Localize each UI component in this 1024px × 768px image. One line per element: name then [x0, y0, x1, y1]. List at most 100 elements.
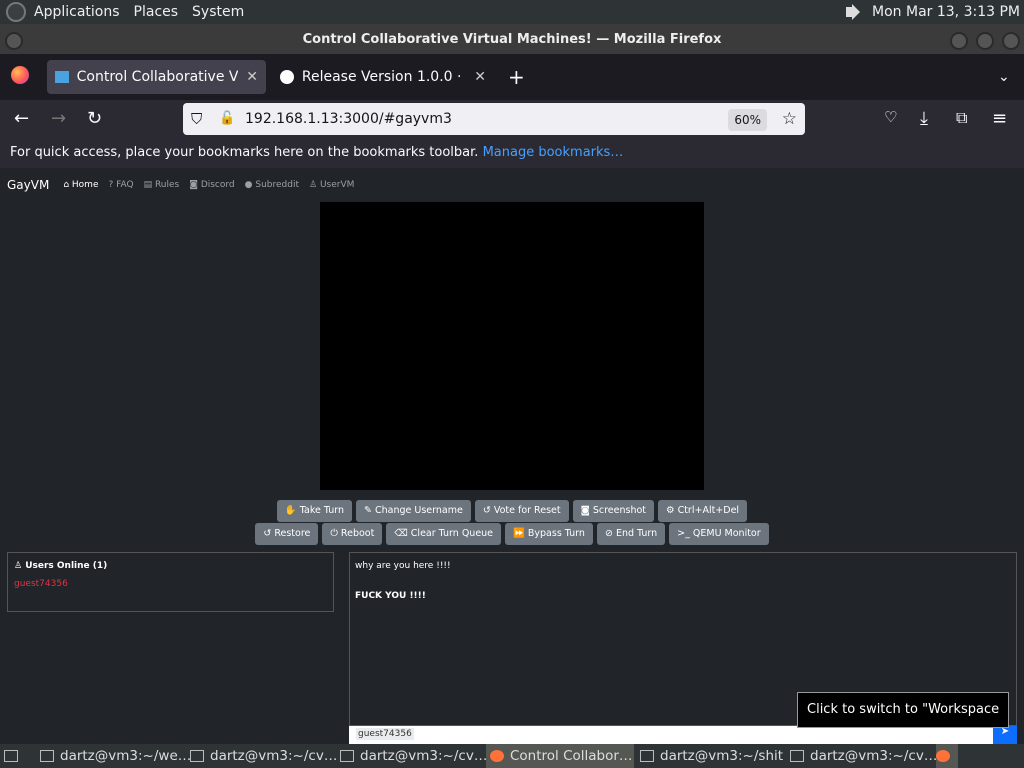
take-turn-button[interactable]: ✋ Take Turn: [276, 500, 353, 522]
list-all-tabs-chevron-icon[interactable]: ⌄: [990, 60, 1018, 94]
nav-faq[interactable]: ? FAQ: [108, 180, 133, 190]
tab-release-version[interactable]: Release Version 1.0.0 · raspi ✕: [272, 60, 494, 94]
checkbox-icon[interactable]: ☐: [954, 728, 962, 738]
qemu-monitor-button[interactable]: >_ QEMU Monitor: [669, 523, 769, 545]
url-text[interactable]: 192.168.1.13:3000/#gayvm3: [245, 111, 452, 127]
downloads-icon[interactable]: ⤓: [920, 108, 928, 129]
nav-rules[interactable]: ▤ Rules: [144, 180, 180, 190]
applications-menu[interactable]: Applications: [34, 4, 120, 20]
taskbar-label: dartz@vm3:~/we…: [60, 748, 192, 764]
url-bar[interactable]: ⛉ 🔓 192.168.1.13:3000/#gayvm3 60% ☆: [183, 103, 805, 135]
window-title: Control Collaborative Virtual Machines! …: [302, 32, 722, 47]
change-username-label: Change Username: [375, 505, 463, 516]
chat-message: why are you here !!!!: [355, 561, 451, 571]
clear-turn-queue-button[interactable]: ⌫ Clear Turn Queue: [386, 523, 502, 545]
vote-for-reset-button[interactable]: ↺ Vote for Reset: [474, 500, 569, 522]
change-username-button[interactable]: ✎ Change Username: [356, 500, 471, 522]
screenshot-button[interactable]: ◙ Screenshot: [572, 500, 655, 522]
close-tab-icon[interactable]: ✕: [474, 69, 486, 85]
window-titlebar: Control Collaborative Virtual Machines! …: [0, 24, 1024, 54]
ctrl-alt-del-button[interactable]: ⚙ Ctrl+Alt+Del: [658, 500, 748, 522]
github-icon: [280, 70, 294, 84]
desktop-top-panel: Applications Places System Mon Mar 13, 3…: [0, 0, 1024, 24]
reboot-label: Reboot: [340, 528, 375, 539]
taskbar-item[interactable]: dartz@vm3:~/shit: [640, 744, 783, 768]
places-menu[interactable]: Places: [134, 4, 179, 20]
distro-logo-icon[interactable]: [6, 2, 26, 22]
volume-icon[interactable]: [844, 3, 864, 21]
taskbar-item[interactable]: dartz@vm3:~/cv…: [190, 744, 337, 768]
insecure-lock-icon[interactable]: 🔓: [219, 103, 235, 135]
nav-subreddit-label: Subreddit: [255, 180, 299, 190]
nav-discord[interactable]: ◙ Discord: [189, 180, 234, 190]
zoom-indicator[interactable]: 60%: [728, 109, 767, 131]
bookmark-star-icon[interactable]: ☆: [782, 103, 797, 135]
nav-uservm-label: UserVM: [319, 180, 355, 190]
taskbar-item[interactable]: dartz@vm3:~/we…: [40, 744, 191, 768]
send-button[interactable]: ➤: [993, 726, 1017, 744]
end-turn-button[interactable]: ⊘ End Turn: [596, 523, 666, 545]
chat-input[interactable]: [349, 726, 1017, 744]
pocket-icon[interactable]: ♡: [884, 108, 897, 126]
manage-bookmarks-link[interactable]: Manage bookmarks…: [483, 145, 624, 160]
nav-home[interactable]: ⌂ Home: [63, 180, 98, 190]
camera-icon: ◙: [580, 505, 593, 516]
taskbar-item-active[interactable]: Control Collabor…: [486, 744, 634, 768]
taskbar-label: Control Collabor…: [510, 748, 633, 764]
workspace-switcher-1[interactable]: [936, 744, 958, 768]
minimize-button[interactable]: [950, 32, 968, 50]
chat-username-badge[interactable]: guest74356: [356, 728, 414, 740]
firefox-icon: [490, 750, 504, 762]
gear-icon: ⚙: [666, 505, 678, 516]
users-online-label: Users Online (1): [25, 561, 108, 571]
shield-icon[interactable]: ⛉: [191, 103, 202, 135]
nav-home-label: Home: [71, 180, 99, 190]
user-icon: ♙: [309, 180, 320, 190]
maximize-button[interactable]: [976, 32, 994, 50]
power-icon: ⏻: [330, 528, 341, 539]
terminal-icon: [190, 750, 204, 762]
bookmarks-hint: For quick access, place your bookmarks h…: [10, 145, 479, 160]
hamburger-menu-icon[interactable]: ≡: [992, 108, 1007, 129]
vm-display[interactable]: [320, 202, 704, 490]
site-brand[interactable]: GayVM: [7, 178, 49, 192]
terminal-icon: [790, 750, 804, 762]
tab-control-collaborative[interactable]: Control Collaborative Virtua ✕: [47, 60, 266, 94]
taskbar-item[interactable]: dartz@vm3:~/cv…: [340, 744, 487, 768]
new-tab-button[interactable]: +: [500, 60, 533, 94]
end-turn-label: End Turn: [615, 528, 658, 539]
desktop-icon: [4, 750, 18, 762]
forward-arrow-icon[interactable]: →: [51, 108, 66, 129]
clock[interactable]: Mon Mar 13, 3:13 PM: [872, 4, 1020, 20]
user-pen-icon: ✎: [364, 505, 375, 516]
users-online-panel: ♙ Users Online (1) guest74356: [7, 552, 334, 612]
tab-label: Release Version 1.0.0 · raspi: [301, 69, 466, 85]
restore-button[interactable]: ↺ Restore: [255, 523, 319, 545]
taskbar-label: dartz@vm3:~/cv…: [360, 748, 488, 764]
nav-rules-label: Rules: [154, 180, 180, 190]
take-turn-label: Take Turn: [299, 505, 345, 516]
eraser-icon: ⌫: [394, 528, 411, 539]
nav-subreddit[interactable]: ● Subreddit: [245, 180, 299, 190]
show-desktop-icon[interactable]: [4, 744, 26, 768]
terminal-icon: >_: [677, 528, 693, 539]
firefox-view-icon[interactable]: [11, 66, 29, 84]
hand-icon: ✋: [284, 505, 300, 516]
close-tab-icon[interactable]: ✕: [246, 69, 258, 85]
terminal-icon: [40, 750, 54, 762]
reboot-button[interactable]: ⏻ Reboot: [322, 523, 383, 545]
bypass-turn-button[interactable]: ⏩ Bypass Turn: [505, 523, 593, 545]
back-arrow-icon[interactable]: ←: [14, 108, 29, 129]
user-list-item[interactable]: guest74356: [14, 579, 333, 589]
extensions-icon[interactable]: ⧉: [956, 108, 967, 128]
close-window-button[interactable]: [1002, 32, 1020, 50]
window-menu-button[interactable]: [5, 32, 23, 50]
reload-icon[interactable]: ↻: [87, 108, 102, 129]
navigation-toolbar: ← → ↻ ⛉ 🔓 192.168.1.13:3000/#gayvm3 60% …: [0, 100, 1024, 138]
taskbar-item[interactable]: dartz@vm3:~/cv…: [790, 744, 937, 768]
users-online-header: ♙ Users Online (1): [14, 561, 327, 571]
system-menu[interactable]: System: [192, 4, 244, 20]
nav-uservm[interactable]: ♙ UserVM: [309, 180, 354, 190]
xss-checkbox[interactable]: ☐XSS: [954, 728, 980, 738]
taskbar: dartz@vm3:~/we… dartz@vm3:~/cv… dartz@vm…: [0, 744, 1024, 768]
